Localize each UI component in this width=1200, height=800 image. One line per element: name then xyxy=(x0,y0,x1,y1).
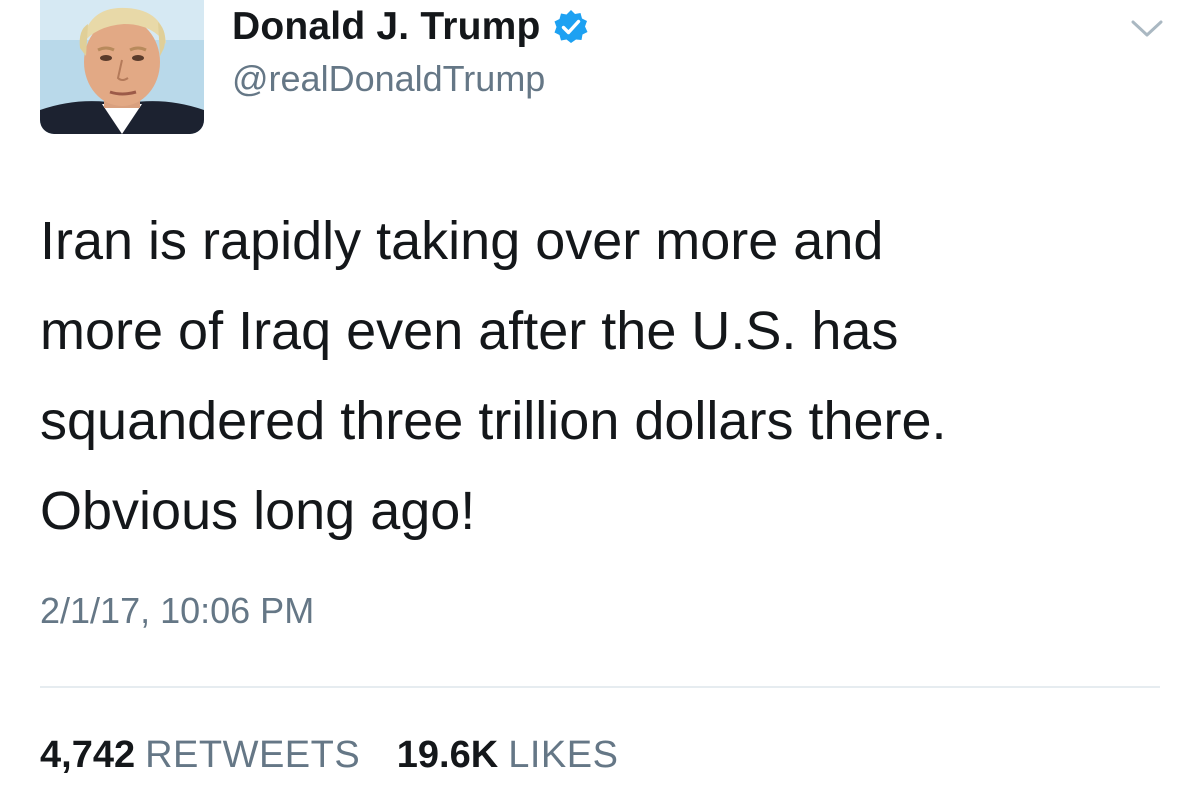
verified-badge-icon xyxy=(553,9,589,45)
name-row: Donald J. Trump xyxy=(232,4,589,50)
author-block: Donald J. Trump @realDonaldTrump xyxy=(232,4,589,100)
chevron-down-icon[interactable] xyxy=(1130,18,1164,40)
likes-count: 19.6K xyxy=(396,734,499,776)
tweet-stats: 4,742 RETWEETS 19.6K LIKES xyxy=(40,734,618,777)
avatar-image xyxy=(40,0,204,134)
tweet-card: Donald J. Trump @realDonaldTrump Iran is… xyxy=(0,0,1200,800)
retweets-count: 4,742 xyxy=(40,734,136,776)
tweet-timestamp[interactable]: 2/1/17, 10:06 PM xyxy=(40,590,314,632)
author-handle[interactable]: @realDonaldTrump xyxy=(232,58,589,100)
retweets-label: RETWEETS xyxy=(145,734,361,776)
avatar[interactable] xyxy=(40,0,204,134)
likes-stat[interactable]: 19.6K LIKES xyxy=(397,734,619,776)
tweet-text: Iran is rapidly taking over more and mor… xyxy=(40,211,947,541)
likes-label: LIKES xyxy=(508,734,619,776)
divider xyxy=(40,686,1160,688)
author-display-name[interactable]: Donald J. Trump xyxy=(232,5,541,49)
retweets-stat[interactable]: 4,742 RETWEETS xyxy=(40,734,371,776)
